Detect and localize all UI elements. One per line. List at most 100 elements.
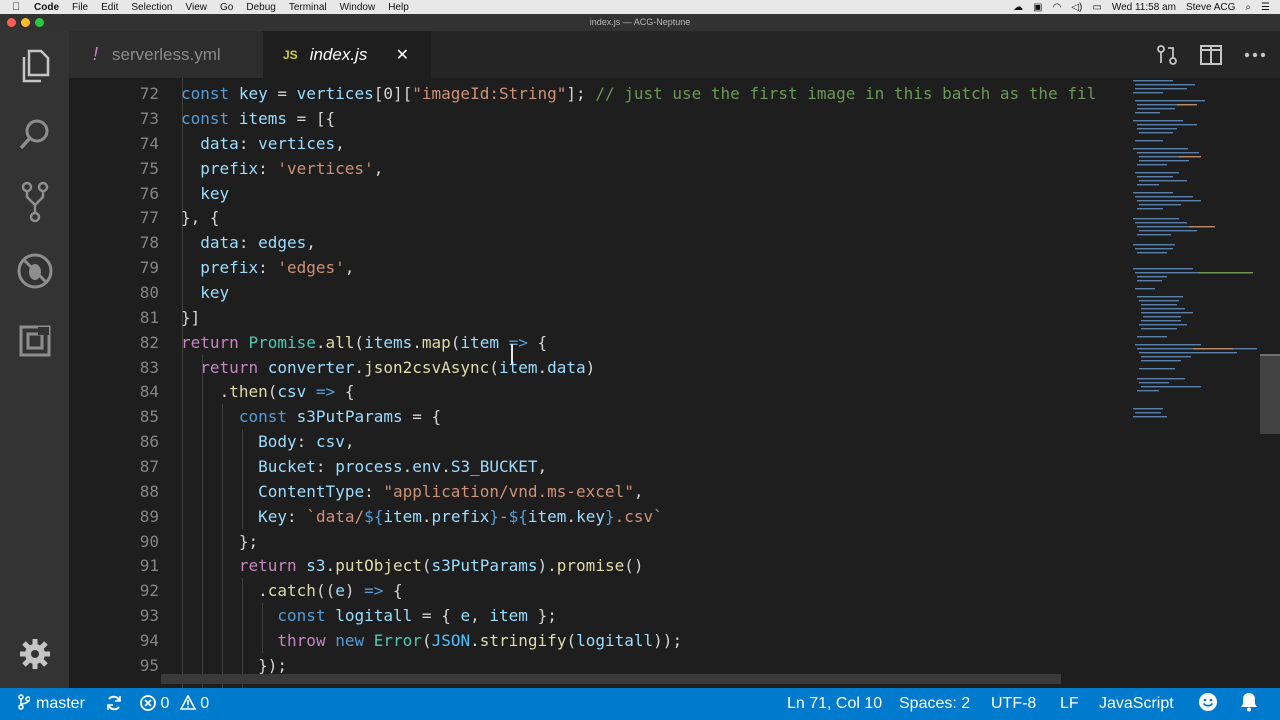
wifi-icon[interactable]: ◠ xyxy=(1053,2,1062,13)
scrollbar-position-marker xyxy=(1260,354,1280,356)
menu-help[interactable]: Help xyxy=(388,2,409,13)
code-line: .catch((e) => { xyxy=(258,581,403,600)
code-line: Bucket: process.env.S3_BUCKET, xyxy=(258,457,548,476)
line-number: 95 xyxy=(139,656,159,675)
line-number: 76 xyxy=(139,184,159,203)
open-changes-icon[interactable] xyxy=(1156,31,1178,78)
menu-file[interactable]: File xyxy=(72,2,88,13)
language-mode[interactable]: JavaScript xyxy=(1099,688,1174,720)
line-number: 85 xyxy=(139,407,159,426)
menu-edit[interactable]: Edit xyxy=(101,2,118,13)
code-line: prefix: 'vertices', xyxy=(200,159,384,178)
close-window-button[interactable] xyxy=(7,18,16,27)
line-number: 87 xyxy=(139,457,159,476)
menu-terminal[interactable]: Terminal xyxy=(289,2,327,13)
minimap[interactable] xyxy=(1129,78,1260,688)
line-number-gutter: 72 73 74 75 76 77 78 79 80 81 82 83 84 8… xyxy=(69,78,159,688)
code-line: }, { xyxy=(181,208,220,227)
source-control-icon[interactable] xyxy=(0,177,69,227)
line-number: 78 xyxy=(139,233,159,252)
apple-icon[interactable]:  xyxy=(12,1,26,13)
line-number: 75 xyxy=(139,159,159,178)
menu-app-name[interactable]: Code xyxy=(34,2,59,13)
js-file-icon: JS xyxy=(283,47,298,62)
debug-icon[interactable] xyxy=(0,246,69,296)
branch-name: master xyxy=(36,695,85,712)
split-editor-icon[interactable] xyxy=(1200,31,1222,78)
code-line: const logitall = { e, item }; xyxy=(277,606,557,625)
horizontal-scrollbar[interactable] xyxy=(161,674,1061,684)
eol-setting[interactable]: LF xyxy=(1060,688,1079,720)
git-branch-icon xyxy=(18,694,31,710)
mouse-text-cursor xyxy=(511,344,513,364)
zoom-window-button[interactable] xyxy=(35,18,44,27)
error-count: 0 xyxy=(160,695,170,712)
spotlight-icon[interactable]: ⌕ xyxy=(1245,2,1251,13)
code-line: return converter.json2csvAsync(item.data… xyxy=(200,358,596,377)
problems-indicator[interactable]: 0 0 xyxy=(140,688,209,720)
line-number: 86 xyxy=(139,432,159,451)
menu-debug[interactable]: Debug xyxy=(246,2,275,13)
encoding-setting[interactable]: UTF-8 xyxy=(991,688,1036,720)
scrollbar-thumb[interactable] xyxy=(1260,356,1280,434)
code-editor[interactable]: 72 73 74 75 76 77 78 79 80 81 82 83 84 8… xyxy=(69,78,1129,688)
notifications-bell-icon[interactable] xyxy=(1240,688,1258,720)
line-number: 93 xyxy=(139,606,159,625)
menubar-datetime[interactable]: Wed 11:58 am xyxy=(1112,2,1176,13)
code-line: data: edges, xyxy=(200,233,316,252)
window-titlebar: index.js — ACG-Neptune xyxy=(0,14,1280,31)
code-line: key xyxy=(200,184,230,203)
search-icon[interactable] xyxy=(0,109,69,159)
yaml-file-icon: ! xyxy=(93,44,99,64)
code-line: prefix: 'edges', xyxy=(200,258,355,277)
error-icon xyxy=(140,695,156,711)
menu-view[interactable]: View xyxy=(186,2,208,13)
line-number: 77 xyxy=(139,208,159,227)
line-number: 82 xyxy=(139,333,159,352)
tab-index-js[interactable]: JS index.js ✕ xyxy=(263,31,431,78)
line-number: 90 xyxy=(139,532,159,551)
code-line: }] xyxy=(181,308,201,327)
code-line: const s3PutParams = { xyxy=(238,407,442,426)
tab-serverless-yml[interactable]: ! serverless.yml xyxy=(69,31,263,78)
sync-icon[interactable] xyxy=(106,688,122,720)
screen-icon[interactable]: ▣ xyxy=(1033,2,1042,13)
line-number: 89 xyxy=(139,507,159,526)
code-line: return s3.putObject(s3PutParams).promise… xyxy=(238,556,644,575)
menubar-status-area: ☁ ▣ ◠ ◁) ▭ Wed 11:58 am Steve ACG ⌕ ☰ xyxy=(1003,0,1270,14)
menu-go[interactable]: Go xyxy=(220,2,233,13)
files-icon[interactable] xyxy=(0,41,69,91)
line-number: 79 xyxy=(139,258,159,277)
more-actions-icon[interactable] xyxy=(1244,31,1266,78)
tab-label: serverless.yml xyxy=(112,44,221,64)
line-number: 74 xyxy=(139,134,159,153)
cursor-position[interactable]: Ln 71, Col 10 xyxy=(787,688,882,720)
line-number: 80 xyxy=(139,283,159,302)
battery-icon[interactable]: ▭ xyxy=(1092,2,1101,13)
code-line: throw new Error(JSON.stringify(logitall)… xyxy=(277,631,683,650)
code-line: Body: csv, xyxy=(258,432,355,451)
minimize-window-button[interactable] xyxy=(21,18,30,27)
line-number: 91 xyxy=(139,556,159,575)
code-line: const key = vertices[0]["imageId:String"… xyxy=(181,84,1097,103)
warning-icon xyxy=(179,694,197,710)
extensions-icon[interactable] xyxy=(0,316,69,366)
branch-indicator[interactable]: master xyxy=(18,688,85,720)
code-line: return Promise.all(items.map(item => { xyxy=(181,333,548,352)
volume-icon[interactable]: ◁) xyxy=(1071,2,1082,13)
code-line: Key: `data/${item.prefix}-${item.key}.cs… xyxy=(258,507,663,526)
line-number: 72 xyxy=(139,84,159,103)
line-number: 84 xyxy=(139,382,159,401)
feedback-smiley-icon[interactable] xyxy=(1198,688,1218,720)
code-line: key xyxy=(200,283,230,302)
indentation-setting[interactable]: Spaces: 2 xyxy=(899,688,970,720)
menubar-user[interactable]: Steve ACG xyxy=(1186,2,1235,13)
notification-center-icon[interactable]: ☰ xyxy=(1261,2,1270,13)
cloud-icon[interactable]: ☁ xyxy=(1013,2,1023,13)
vertical-scrollbar[interactable] xyxy=(1260,78,1280,688)
menu-selection[interactable]: Selection xyxy=(131,2,172,13)
menu-window[interactable]: Window xyxy=(340,2,376,13)
gear-icon[interactable] xyxy=(0,629,69,679)
close-tab-icon[interactable]: ✕ xyxy=(396,45,409,65)
code-area[interactable]: const key = vertices[0]["imageId:String"… xyxy=(181,78,1129,688)
